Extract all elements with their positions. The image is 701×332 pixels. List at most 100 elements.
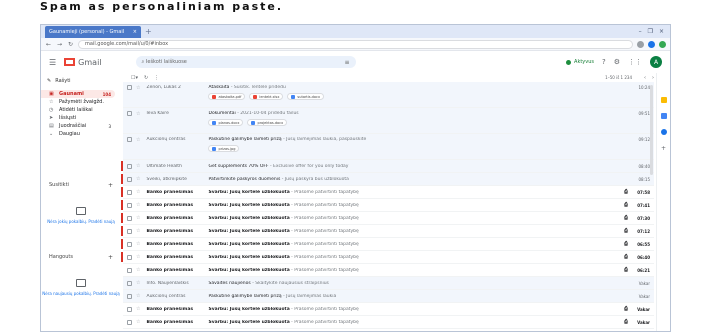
sidebar-item-starred[interactable]: ☆ Pažymėti žvaigžd. — [41, 98, 115, 106]
refresh-icon[interactable]: ↻ — [144, 75, 148, 81]
star-icon[interactable]: ☆ — [136, 176, 140, 182]
attachment-chip[interactable]: lentelė.xlsx — [249, 93, 284, 100]
sidebar-item-more[interactable]: ⌄ Daugiau — [41, 130, 115, 138]
star-icon[interactable]: ☆ — [136, 319, 140, 325]
row-checkbox[interactable] — [127, 215, 132, 221]
star-icon[interactable]: ☆ — [136, 228, 140, 234]
sidebar-item-sent[interactable]: ➤ Išsiųsti — [41, 114, 115, 122]
star-icon[interactable]: ☆ — [136, 280, 140, 286]
scrollbar[interactable] — [650, 85, 653, 175]
row-checkbox[interactable] — [127, 228, 132, 234]
meet-section-header[interactable]: Susitikti + — [41, 180, 121, 190]
back-icon[interactable]: ← — [45, 41, 52, 48]
star-icon[interactable]: ☆ — [136, 137, 140, 143]
attachment-chip[interactable]: projektas.docx — [247, 119, 288, 126]
table-row[interactable]: ☆ Aukcionų centras Paskutinė galimybė laim… — [123, 290, 654, 303]
tab-close-icon[interactable]: × — [133, 29, 137, 35]
row-checkbox[interactable] — [127, 85, 132, 90]
row-checkbox[interactable] — [127, 306, 132, 312]
more-vert-icon[interactable]: ⋮ — [154, 75, 159, 81]
plus-icon[interactable]: + — [108, 182, 121, 189]
select-all-checkbox[interactable]: ☐▾ — [131, 75, 138, 81]
new-tab-icon[interactable]: + — [145, 27, 152, 36]
keep-icon[interactable] — [660, 97, 667, 103]
apps-grid-icon[interactable]: ⋮⋮ — [628, 58, 642, 66]
table-row[interactable]: ☆ Banko pranešimas Svarbu: Jūsų kortelė už… — [123, 264, 654, 277]
hamburger-menu-icon[interactable]: ☰ — [49, 58, 56, 67]
extension-icon[interactable] — [648, 40, 655, 48]
plus-icon[interactable]: + — [108, 254, 121, 261]
gear-icon[interactable]: ⚙ — [614, 58, 620, 66]
tasks-icon[interactable] — [660, 113, 667, 119]
star-icon[interactable]: ☆ — [136, 241, 140, 247]
chevron-left-icon[interactable]: ‹ — [644, 75, 646, 81]
plus-icon[interactable]: + — [661, 145, 666, 152]
hangouts-section-header[interactable]: Hangouts + — [41, 252, 121, 262]
table-row[interactable]: ☆ Zenon, Lukas 2 Ataskaita - Susitik. lent… — [123, 82, 654, 108]
table-row[interactable]: ☆ Banko pranešimas Svarbu: Jūsų kortelė už… — [121, 251, 654, 264]
row-checkbox[interactable] — [127, 176, 132, 182]
search-input[interactable]: ⌕ Ieškoti laiškuose ≡ — [135, 56, 356, 68]
status-dot-icon — [566, 59, 572, 65]
row-checkbox[interactable] — [127, 254, 132, 260]
table-row[interactable]: ☆ Sveiki, atkreipkite Patvirtinkite paskyr… — [121, 173, 654, 186]
maximize-icon[interactable]: ❐ — [648, 28, 653, 35]
sidebar-item-drafts[interactable]: ▤ Juodraščiai 3 — [41, 122, 115, 130]
row-checkbox[interactable] — [127, 163, 132, 169]
table-row[interactable]: ☆ Banko pranešimas Svarbu: Jūsų kortelė už… — [121, 199, 654, 212]
table-row[interactable]: ☆ Ieva Kairė Dokumentai - 2021-10-04 pride… — [123, 108, 654, 134]
forward-icon[interactable]: → — [56, 41, 63, 48]
browser-tab[interactable]: Gaunamieji (personal) - Gmail × — [45, 26, 141, 38]
attachment-chip[interactable]: ataskaita.pdf — [208, 93, 246, 100]
star-icon[interactable]: ☆ — [136, 267, 140, 273]
reload-icon[interactable]: ↻ — [67, 41, 74, 48]
row-checkbox[interactable] — [127, 293, 132, 299]
attachment-chip[interactable]: sutartis.docx — [287, 93, 325, 100]
table-row[interactable]: ☆ Aukcionų centras Paskutinė galimybė laim… — [123, 134, 654, 160]
star-icon[interactable]: ☆ — [136, 215, 140, 221]
sidebar-item-snoozed[interactable]: ◷ Atidėti laiškai — [41, 106, 115, 114]
row-checkbox[interactable] — [127, 202, 132, 208]
help-icon[interactable]: ? — [602, 58, 606, 66]
star-icon[interactable]: ☆ — [136, 202, 140, 208]
row-checkbox[interactable] — [127, 267, 132, 273]
empty-state-link[interactable]: Nėra jokių pokalbių. Pradėti naują — [47, 219, 115, 224]
row-checkbox[interactable] — [127, 111, 132, 116]
chevron-right-icon[interactable]: › — [652, 75, 654, 81]
address-input[interactable]: mail.google.com/mail/u/0/#inbox — [78, 39, 633, 49]
table-row[interactable]: ☆ Banko pranešimas Svarbu: Jūsų kortelė už… — [121, 186, 654, 199]
table-row[interactable]: ☆ Info. Naujienlaiškis Savaitės naujienos … — [123, 277, 654, 290]
contacts-icon[interactable] — [660, 129, 667, 135]
attachment-chip[interactable]: planas.docx — [208, 119, 244, 126]
star-icon[interactable]: ☆ — [136, 85, 140, 91]
star-icon[interactable]: ☆ — [136, 293, 140, 299]
status-indicator[interactable]: Aktyvus — [566, 59, 594, 65]
table-row[interactable]: ☆ Ultimate Health Get supplements 70% OFF … — [121, 160, 654, 173]
profile-icon[interactable] — [659, 40, 666, 48]
table-row[interactable]: ☆ Banko pranešimas Svarbu: Jūsų kortelė už… — [121, 238, 654, 251]
minimize-icon[interactable]: – — [639, 28, 642, 35]
star-icon[interactable]: ☆ — [136, 306, 140, 312]
attachment-chip[interactable]: prizas.jpg — [208, 145, 240, 152]
row-checkbox[interactable] — [127, 241, 132, 247]
star-icon[interactable]: ☆ — [136, 163, 140, 169]
table-row[interactable]: ☆ Banko pranešimas Svarbu: Jūsų kortelė už… — [123, 316, 654, 329]
row-checkbox[interactable] — [127, 280, 132, 286]
empty-state-link[interactable]: Nėra naujausių pokalbių. Pradėti naują — [42, 291, 119, 296]
row-checkbox[interactable] — [127, 137, 132, 142]
table-row[interactable]: ☆ Banko pranešimas Svarbu: Jūsų kortelė už… — [121, 225, 654, 238]
avatar[interactable]: A — [650, 56, 662, 68]
star-icon[interactable]: ☆ — [136, 111, 140, 117]
gmail-logo[interactable]: Gmail — [64, 58, 102, 67]
star-icon[interactable]: ☆ — [136, 254, 140, 260]
table-row[interactable]: ☆ Banko pranešimas Svarbu: Jūsų kortelė už… — [123, 303, 654, 316]
table-row[interactable]: ☆ Banko pranešimas Svarbu: Jūsų kortelė už… — [121, 212, 654, 225]
extension-icon[interactable] — [637, 40, 644, 48]
row-checkbox[interactable] — [127, 189, 132, 195]
close-window-icon[interactable]: × — [659, 28, 664, 35]
compose-button[interactable]: ✎ Rašyti — [47, 75, 115, 86]
sidebar-item-inbox[interactable]: ▣ Gaunami 104 — [41, 90, 115, 98]
row-checkbox[interactable] — [127, 319, 132, 325]
star-icon[interactable]: ☆ — [136, 189, 140, 195]
search-options-icon[interactable]: ≡ — [344, 59, 349, 66]
